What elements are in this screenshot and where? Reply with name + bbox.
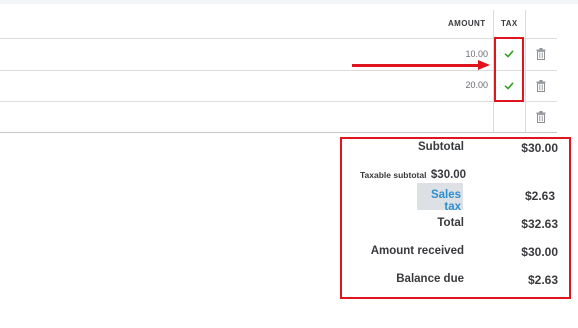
tax-column-header: TAX (501, 19, 518, 28)
amount-cell[interactable]: 20.00 (418, 80, 488, 90)
table-bottom-border (0, 132, 557, 133)
trash-icon[interactable] (536, 111, 546, 123)
annotation-arrow (352, 64, 480, 67)
annotation-arrow-head (478, 60, 490, 70)
amount-column-header: AMOUNT (448, 19, 486, 28)
amount-cell[interactable]: 10.00 (418, 49, 488, 59)
row-divider (0, 70, 557, 71)
row-divider (0, 38, 557, 39)
trash-icon[interactable] (536, 80, 546, 92)
annotation-highlight-box (494, 37, 524, 102)
trash-icon[interactable] (536, 48, 546, 60)
row-divider (0, 101, 557, 102)
column-divider (525, 10, 526, 132)
totals-highlight-box (340, 137, 571, 299)
top-strip (0, 0, 578, 4)
